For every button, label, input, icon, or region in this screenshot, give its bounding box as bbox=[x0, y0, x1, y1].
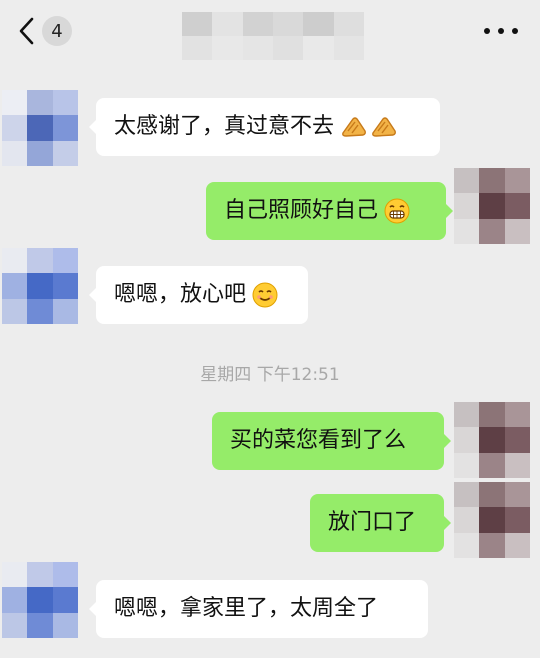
message-text: 自己照顾好自己 bbox=[224, 198, 379, 223]
message-bubble-outgoing[interactable]: 买的菜您看到了么 bbox=[212, 412, 451, 470]
contact-avatar[interactable] bbox=[2, 248, 78, 324]
message-bubble-incoming[interactable]: 嗯嗯，拿家里了，太周全了 bbox=[89, 580, 428, 638]
message-text: 太感谢了，真过意不去 bbox=[114, 114, 335, 139]
chat-screen: 4 太感谢了，真过意不去 自己照顾好自己 嗯嗯，放心吧 星期四 下午12:51 … bbox=[0, 0, 540, 658]
message-text: 买的菜您看到了么 bbox=[230, 428, 407, 453]
message-bubble-outgoing[interactable]: 放门口了 bbox=[310, 494, 451, 552]
message-bubble-incoming[interactable]: 太感谢了，真过意不去 bbox=[89, 98, 440, 156]
message-text: 放门口了 bbox=[328, 510, 417, 535]
more-dots-icon bbox=[484, 28, 490, 34]
my-avatar[interactable] bbox=[454, 482, 530, 558]
unread-count-badge: 4 bbox=[42, 16, 72, 46]
back-button[interactable]: 4 bbox=[18, 12, 88, 50]
message-text: 嗯嗯，放心吧 bbox=[114, 282, 247, 307]
my-avatar[interactable] bbox=[454, 402, 530, 478]
message-timestamp: 星期四 下午12:51 bbox=[200, 365, 340, 385]
grin-emoji bbox=[384, 198, 410, 224]
message-bubble-incoming[interactable]: 嗯嗯，放心吧 bbox=[89, 266, 308, 324]
bread-icon bbox=[340, 115, 368, 139]
more-options-button[interactable] bbox=[484, 22, 518, 40]
bread-icon bbox=[370, 115, 398, 139]
contact-avatar[interactable] bbox=[2, 90, 78, 166]
smile-emoji bbox=[252, 282, 278, 308]
message-text: 嗯嗯，拿家里了，太周全了 bbox=[114, 596, 379, 621]
message-bubble-outgoing[interactable]: 自己照顾好自己 bbox=[206, 182, 453, 240]
chevron-left-icon bbox=[18, 17, 34, 45]
chat-header: 4 bbox=[0, 0, 540, 64]
my-avatar[interactable] bbox=[454, 168, 530, 244]
contact-avatar[interactable] bbox=[2, 562, 78, 638]
chat-title-redacted bbox=[182, 12, 364, 60]
